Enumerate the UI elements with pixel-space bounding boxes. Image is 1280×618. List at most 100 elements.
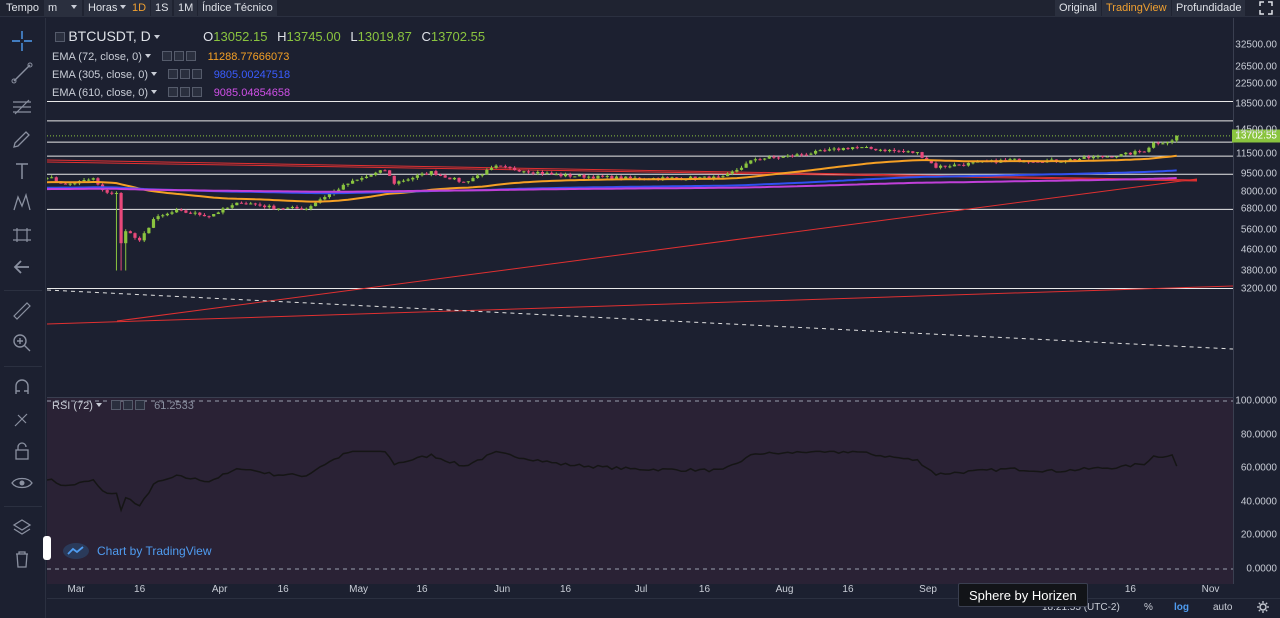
- interval-1d-button[interactable]: 1D: [128, 0, 151, 17]
- zoom-icon[interactable]: [9, 330, 35, 356]
- symbol-title[interactable]: BTCUSDT, D: [68, 28, 150, 44]
- candle-body: [346, 183, 350, 185]
- eye-icon[interactable]: [180, 87, 191, 97]
- ema305-value: 9805.00247518: [213, 69, 291, 81]
- candle-body: [225, 207, 230, 209]
- collapse-icon[interactable]: [55, 32, 65, 42]
- log-toggle[interactable]: log: [1174, 602, 1189, 613]
- brush-icon[interactable]: [9, 126, 35, 152]
- ema72-label[interactable]: EMA (72, close, 0): [52, 51, 142, 63]
- view-depth-tab[interactable]: Profundidade: [1172, 0, 1246, 17]
- toolbar-divider: [4, 290, 42, 291]
- close-icon[interactable]: [135, 400, 146, 410]
- close-icon[interactable]: [192, 87, 203, 97]
- pattern-icon[interactable]: [9, 190, 35, 216]
- eye-icon[interactable]: [123, 400, 134, 410]
- time-axis-label: Sep: [919, 584, 937, 595]
- settings-icon[interactable]: [168, 87, 179, 97]
- candle-body: [128, 231, 132, 234]
- candle-body: [276, 208, 281, 210]
- candle-body: [350, 180, 355, 184]
- candle-body: [156, 216, 160, 220]
- price-axis-label: 4600.00: [1240, 244, 1277, 256]
- pane-resize-handle[interactable]: [43, 536, 51, 560]
- candle-body: [582, 174, 586, 178]
- percent-toggle[interactable]: %: [1144, 602, 1153, 613]
- brand-link[interactable]: Chart by TradingView: [97, 544, 212, 558]
- interval-1s-button[interactable]: 1S: [151, 0, 173, 17]
- ema305-label[interactable]: EMA (305, close, 0): [52, 69, 148, 81]
- magnet-icon[interactable]: [9, 374, 35, 400]
- lock-drawings-icon[interactable]: [9, 406, 35, 432]
- view-tradingview-tab[interactable]: TradingView: [1102, 0, 1171, 17]
- candle-body: [114, 193, 119, 195]
- chevron-down-icon[interactable]: [144, 54, 151, 58]
- candle-body: [526, 171, 531, 173]
- hours-dropdown[interactable]: Horas: [84, 0, 131, 17]
- chevron-down-icon[interactable]: [153, 35, 160, 39]
- candle-body: [781, 156, 785, 158]
- candle-body: [378, 170, 382, 173]
- candle-body: [795, 154, 799, 157]
- chevron-down-icon[interactable]: [151, 90, 157, 94]
- price-axis[interactable]: 13702.55 32500.00 26500.00 22500.00 18500.0…: [1232, 18, 1280, 584]
- indicators-button[interactable]: Índice Técnico: [198, 0, 277, 17]
- close-icon[interactable]: [192, 69, 203, 79]
- top-toolbar: Tempo m Horas 1D 1S 1M Índice Técnico Or…: [0, 0, 1280, 17]
- ema610-label[interactable]: EMA (610, close, 0): [52, 87, 148, 99]
- auto-toggle[interactable]: auto: [1213, 602, 1232, 613]
- price-chart[interactable]: [47, 18, 1233, 584]
- eye-icon[interactable]: [9, 470, 35, 496]
- chart-area[interactable]: BTCUSDT, D O13052.15 H13745.00 L13019.87…: [47, 18, 1233, 584]
- settings-icon[interactable]: [168, 69, 179, 79]
- settings-icon[interactable]: [111, 400, 122, 410]
- candle-body: [249, 203, 253, 205]
- candle-body: [1096, 156, 1100, 158]
- back-arrow-icon[interactable]: [9, 254, 35, 280]
- eye-icon[interactable]: [180, 69, 191, 79]
- candle-body: [869, 147, 873, 149]
- time-axis-label: 16: [698, 584, 711, 595]
- candle-body: [888, 149, 892, 152]
- text-icon[interactable]: [9, 158, 35, 184]
- view-original-tab[interactable]: Original: [1055, 0, 1101, 17]
- candle-body: [892, 149, 896, 151]
- settings-icon[interactable]: [162, 51, 173, 61]
- crosshair-icon[interactable]: [9, 28, 35, 54]
- fib-icon[interactable]: [9, 94, 35, 120]
- candle-body: [721, 176, 725, 178]
- candle-body: [63, 183, 68, 185]
- candle-body: [702, 176, 707, 178]
- candle-body: [573, 176, 577, 178]
- eye-icon[interactable]: [174, 51, 185, 61]
- time-axis-label: 16: [559, 584, 572, 595]
- candle-body: [295, 206, 299, 209]
- ruler-icon[interactable]: [9, 298, 35, 324]
- ema305-legend: EMA (305, close, 0) 9805.00247518: [52, 67, 290, 81]
- close-icon[interactable]: [186, 51, 197, 61]
- candle-body: [522, 171, 526, 173]
- interval-1m-button[interactable]: 1M: [174, 0, 198, 17]
- candle-body: [758, 159, 762, 161]
- candle-body: [401, 180, 406, 182]
- rsi-label[interactable]: RSI (72): [52, 400, 93, 412]
- fullscreen-icon[interactable]: [1255, 0, 1277, 17]
- candle-body: [355, 179, 359, 181]
- lock-icon[interactable]: [9, 438, 35, 464]
- gear-icon[interactable]: [1256, 600, 1270, 617]
- layers-icon[interactable]: [9, 514, 35, 540]
- trendline-icon[interactable]: [9, 60, 35, 86]
- forecast-icon[interactable]: [9, 222, 35, 248]
- candle-body: [1110, 156, 1114, 158]
- candle-body: [1114, 156, 1119, 158]
- candle-body: [883, 149, 887, 152]
- chevron-down-icon[interactable]: [151, 72, 157, 76]
- time-axis-label: 16: [416, 584, 428, 595]
- candle-body: [165, 213, 169, 216]
- interval-dropdown[interactable]: m: [44, 0, 82, 17]
- tradingview-logo-icon[interactable]: [62, 542, 90, 563]
- drawing-toolbar: [0, 18, 46, 618]
- trash-icon[interactable]: [9, 546, 35, 572]
- candle-body: [397, 181, 401, 184]
- chevron-down-icon[interactable]: [95, 403, 102, 407]
